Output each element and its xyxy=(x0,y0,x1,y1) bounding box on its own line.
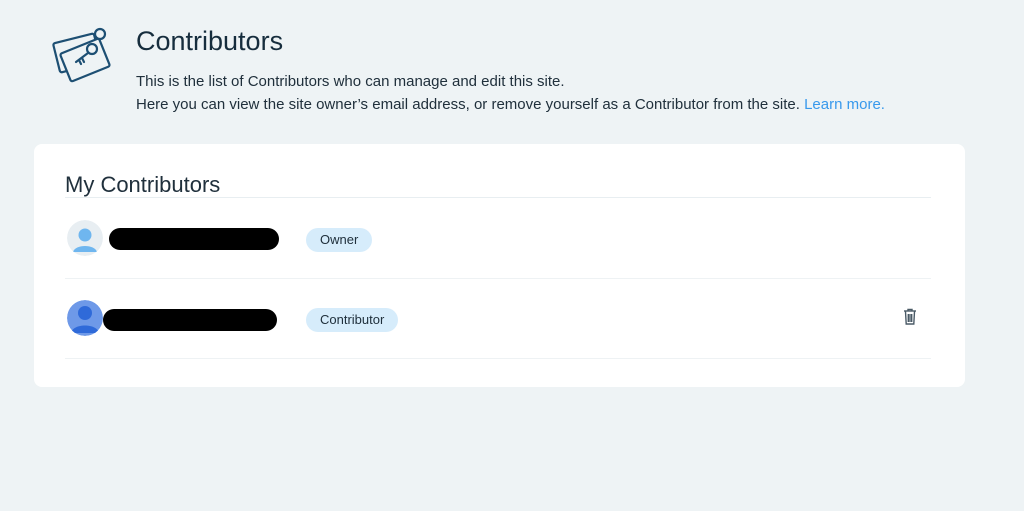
redacted-name xyxy=(109,228,279,250)
user-avatar-icon xyxy=(67,220,103,256)
user-avatar-icon xyxy=(67,300,103,336)
description-line-2: Here you can view the site owner’s email… xyxy=(136,96,800,113)
trash-icon[interactable] xyxy=(901,307,919,327)
role-badge: Contributor xyxy=(306,308,399,332)
card-title: My Contributors xyxy=(65,172,221,197)
row-divider xyxy=(65,358,931,359)
page-description: This is the list of Contributors who can… xyxy=(136,70,885,116)
description-line-1: This is the list of Contributors who can… xyxy=(136,73,565,90)
key-card-icon xyxy=(52,26,116,84)
divider xyxy=(65,197,931,198)
learn-more-link[interactable]: Learn more. xyxy=(804,96,885,113)
role-badge: Owner xyxy=(306,228,373,252)
page-title: Contributors xyxy=(136,26,284,56)
contributors-card: My Contributors Owner Contributor xyxy=(34,144,965,387)
page-header: Contributors This is the list of Contrib… xyxy=(0,0,1024,140)
contributor-row-owner: Owner xyxy=(65,199,931,279)
redacted-name xyxy=(103,309,277,331)
contributor-row-contributor: Contributor xyxy=(65,279,931,359)
